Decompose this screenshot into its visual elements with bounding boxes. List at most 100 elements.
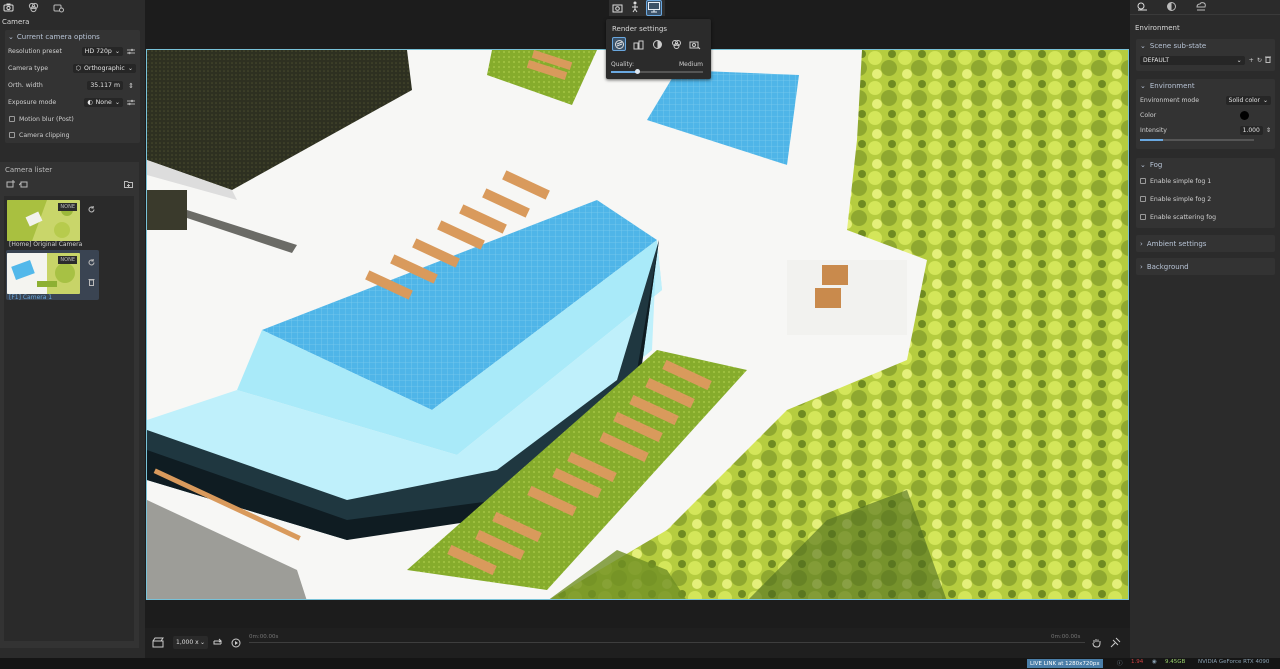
- cube-icon: ⬡: [75, 65, 82, 72]
- delete-icon[interactable]: [87, 278, 95, 286]
- viewport-mode-bar: [609, 0, 665, 16]
- walk-mode-icon[interactable]: [630, 1, 640, 15]
- hand-tool-icon[interactable]: [1090, 636, 1102, 649]
- gpu-name: NVIDIA GeForce RTX 4090: [1198, 659, 1270, 665]
- chevron-down-icon: ⌄: [199, 639, 205, 646]
- timeline-end-time: 0m:00.00s: [1051, 634, 1081, 640]
- checkbox-box[interactable]: [9, 132, 15, 138]
- add-icon[interactable]: +: [1249, 57, 1254, 64]
- environment-box: ⌄ Environment Environment mode Solid colo…: [1136, 79, 1275, 149]
- play-icon[interactable]: [230, 636, 242, 649]
- intensity-label: Intensity: [1140, 127, 1167, 134]
- fog-option-3[interactable]: Enable scattering fog: [1136, 208, 1275, 226]
- lit-render-icon[interactable]: [612, 37, 626, 51]
- resolution-preset-select[interactable]: HD 720p ⌄: [81, 47, 123, 56]
- info-icon[interactable]: ⓘ: [1117, 659, 1123, 667]
- environment-mode-row: Environment mode Solid color ⌄: [1136, 93, 1275, 108]
- camera-type-label: Camera type: [8, 65, 49, 72]
- camera-thumbnail[interactable]: NONE: [7, 253, 80, 294]
- quality-slider-fill: [611, 71, 637, 73]
- environment-header[interactable]: ⌄ Environment: [1136, 79, 1275, 93]
- loop-icon[interactable]: [211, 636, 223, 649]
- tab-underline: [1130, 14, 1280, 15]
- orth-width-input[interactable]: 35.117 m: [87, 81, 123, 90]
- camera-view-icon[interactable]: [612, 2, 624, 15]
- ambient-settings-label: Ambient settings: [1146, 239, 1207, 248]
- current-camera-options-header[interactable]: ⌄ Current camera options: [5, 30, 140, 43]
- fog-option-1[interactable]: Enable simple fog 1: [1136, 172, 1275, 190]
- background-label: Background: [1146, 262, 1189, 271]
- tune-icon[interactable]: [126, 48, 136, 55]
- exposure-mode-select[interactable]: ◐ None ⌄: [84, 98, 123, 107]
- refresh-icon[interactable]: [87, 205, 95, 213]
- weather-tab-icon[interactable]: [1166, 1, 1177, 14]
- render-viewport[interactable]: [146, 49, 1129, 600]
- render-settings-icon[interactable]: [646, 0, 662, 16]
- scene-substate-select[interactable]: DEFAULT ⌄: [1140, 56, 1245, 65]
- screenshot-settings-icon[interactable]: [688, 37, 702, 51]
- render-settings-popup: Render settings Quality: Medium: [606, 19, 711, 79]
- scene-objects-icon[interactable]: [631, 37, 645, 51]
- camera-section-title: Camera: [2, 18, 30, 26]
- camera-settings-tab-icon[interactable]: [53, 2, 64, 13]
- checkbox-box[interactable]: [1140, 196, 1146, 202]
- chevron-down-icon: ⌄: [8, 32, 14, 41]
- delete-icon[interactable]: [1265, 56, 1271, 65]
- motion-blur-checkbox[interactable]: Motion blur (Post): [5, 111, 140, 127]
- layers-icon[interactable]: [669, 37, 683, 51]
- stepper-icon[interactable]: ⇕: [126, 82, 136, 90]
- exposure-mode-row: Exposure mode ◐ None ⌄: [5, 94, 140, 111]
- new-folder-icon[interactable]: [124, 180, 133, 190]
- checkbox-box[interactable]: [1140, 178, 1146, 184]
- live-link-badge[interactable]: LIVE LINK at 1280x720px: [1027, 659, 1103, 668]
- intensity-slider[interactable]: [1140, 139, 1254, 141]
- right-tab-bar: [1130, 0, 1280, 14]
- orth-width-value: 35.117 m: [90, 82, 120, 89]
- environment-mode-select[interactable]: Solid color ⌄: [1225, 96, 1271, 105]
- camera-item-label[interactable]: [Home] Original Camera: [9, 241, 82, 248]
- fog-option-2[interactable]: Enable simple fog 2: [1136, 190, 1275, 208]
- refresh-icon[interactable]: ↻: [1257, 57, 1262, 64]
- camera-thumbnail[interactable]: NONE: [7, 200, 80, 241]
- camera-clipping-checkbox[interactable]: Camera clipping: [5, 127, 140, 143]
- timeline-track[interactable]: [249, 642, 1085, 643]
- camera-type-value: Orthographic: [84, 65, 125, 72]
- render-passes-tab-icon[interactable]: [28, 2, 39, 13]
- quality-slider[interactable]: [611, 69, 703, 74]
- intensity-slider-fill: [1140, 139, 1163, 141]
- checkbox-box[interactable]: [9, 116, 15, 122]
- playback-speed-select[interactable]: 1,000 x ⌄: [173, 636, 208, 649]
- sky-tab-icon[interactable]: [1195, 1, 1207, 14]
- checkbox-box[interactable]: [1140, 214, 1146, 220]
- scene-substate-label: Scene sub-state: [1149, 42, 1207, 50]
- clapperboard-icon[interactable]: [151, 636, 165, 649]
- camera-list: NONE [Home] Original Camera NONE [F1] Ca…: [4, 196, 134, 641]
- quality-slider-knob[interactable]: [634, 69, 640, 74]
- tune-icon[interactable]: [126, 99, 136, 106]
- camera-from-view-icon[interactable]: [18, 180, 28, 190]
- keyframe-tool-icon[interactable]: [1109, 636, 1121, 649]
- quality-label: Quality:: [611, 61, 635, 68]
- add-camera-icon[interactable]: [6, 180, 15, 190]
- environment-tab-icon[interactable]: [1136, 1, 1148, 14]
- stepper-icon[interactable]: ⇕: [1266, 127, 1271, 134]
- render-settings-title: Render settings: [612, 25, 668, 33]
- left-panel: Camera ⌄ Current camera options Resoluti…: [0, 0, 145, 658]
- camera-type-select[interactable]: ⬡ Orthographic ⌄: [72, 64, 136, 73]
- ambient-settings-header[interactable]: › Ambient settings: [1136, 235, 1275, 252]
- intensity-input[interactable]: 1.000: [1239, 126, 1263, 135]
- camera-item-label[interactable]: [F1] Camera 1: [9, 294, 52, 301]
- refresh-icon[interactable]: [87, 258, 95, 266]
- eye-icon[interactable]: ◉: [1152, 659, 1157, 665]
- fog-header[interactable]: ⌄ Fog: [1136, 158, 1275, 172]
- background-header[interactable]: › Background: [1136, 258, 1275, 275]
- scene-substate-header[interactable]: ⌄ Scene sub-state: [1136, 39, 1275, 53]
- scene-substate-value: DEFAULT: [1143, 57, 1169, 64]
- camera-lister-panel: Camera lister NONE [Home] Original Camer…: [0, 162, 139, 648]
- orth-width-label: Orth. width: [8, 82, 43, 89]
- camera-tab-icon[interactable]: [3, 2, 14, 13]
- camera-clipping-label: Camera clipping: [19, 131, 70, 139]
- color-swatch[interactable]: [1240, 111, 1249, 120]
- contrast-icon[interactable]: [650, 37, 664, 51]
- render-mode-icons: [612, 37, 702, 51]
